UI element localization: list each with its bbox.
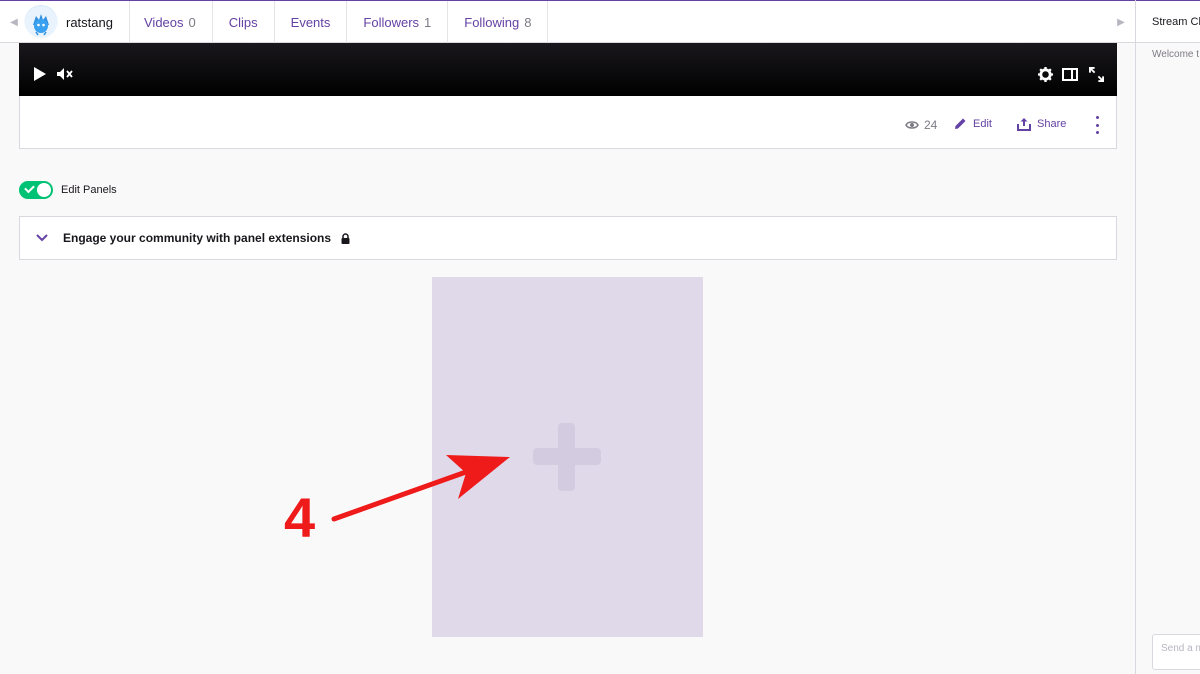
tab-videos[interactable]: Videos 0 bbox=[128, 1, 213, 43]
nav-scroll-right-icon[interactable]: ▶ bbox=[1110, 1, 1132, 43]
settings-icon[interactable] bbox=[1036, 65, 1054, 83]
play-icon[interactable] bbox=[31, 65, 49, 83]
channel-name: ratstang bbox=[66, 14, 113, 30]
chat-column: Stream Ch Welcome t Send a m bbox=[1135, 0, 1200, 674]
share-button[interactable]: Share bbox=[1017, 117, 1066, 131]
edit-button[interactable]: Edit bbox=[954, 117, 992, 130]
tab-events[interactable]: Events bbox=[275, 1, 348, 43]
tab-clips[interactable]: Clips bbox=[213, 1, 275, 43]
channel-home-link[interactable]: ratstang bbox=[24, 1, 130, 46]
tab-label: Events bbox=[290, 14, 331, 30]
edit-button-label: Edit bbox=[973, 117, 992, 130]
tab-count: 1 bbox=[424, 14, 432, 30]
panel-extensions-title: Engage your community with panel extensi… bbox=[63, 231, 332, 245]
annotation-arrow-icon bbox=[331, 455, 510, 522]
annotation-step-number: 4 bbox=[284, 486, 316, 549]
tab-label: Following bbox=[464, 14, 520, 30]
video-player[interactable] bbox=[19, 43, 1117, 96]
theatre-mode-icon[interactable] bbox=[1061, 65, 1079, 83]
tab-label: Clips bbox=[228, 14, 258, 30]
chat-welcome-message: Welcome t bbox=[1152, 49, 1200, 60]
tab-count: 8 bbox=[524, 14, 532, 30]
plus-icon-bar bbox=[533, 448, 601, 465]
eye-icon bbox=[905, 121, 919, 129]
viewer-count-value: 24 bbox=[924, 118, 938, 132]
channel-tabs: Videos 0 Clips Events Followers 1 Followin… bbox=[128, 1, 549, 43]
check-icon bbox=[24, 182, 35, 194]
fullscreen-icon[interactable] bbox=[1087, 65, 1105, 83]
chevron-down-icon[interactable] bbox=[36, 232, 48, 244]
tab-following[interactable]: Following 8 bbox=[448, 1, 549, 43]
lock-icon bbox=[341, 232, 350, 244]
share-button-label: Share bbox=[1037, 118, 1067, 130]
edit-panels-label: Edit Panels bbox=[61, 184, 117, 196]
tab-label: Followers bbox=[363, 14, 420, 30]
share-icon bbox=[1017, 118, 1031, 131]
edit-panels-row: Edit Panels bbox=[19, 181, 117, 199]
channel-nav-bar: ◀ ratstang Videos 0 Clips Events Follower… bbox=[0, 0, 1135, 46]
more-options-icon[interactable] bbox=[1092, 116, 1102, 134]
app-root: ◀ ratstang Videos 0 Clips Events Follower… bbox=[0, 0, 1200, 674]
pencil-icon bbox=[955, 118, 966, 129]
nav-scroll-left-icon[interactable]: ◀ bbox=[3, 1, 25, 43]
tab-label: Videos bbox=[144, 14, 184, 30]
avatar-mascot-icon bbox=[25, 6, 57, 38]
video-info-bar: 24 Edit Share bbox=[19, 96, 1117, 149]
edit-panels-toggle[interactable] bbox=[19, 181, 53, 199]
channel-avatar[interactable] bbox=[24, 5, 58, 39]
toggle-knob bbox=[37, 183, 51, 197]
tab-followers[interactable]: Followers 1 bbox=[347, 1, 449, 43]
panel-extensions-accordion[interactable]: Engage your community with panel extensi… bbox=[19, 216, 1117, 260]
chat-message-input[interactable]: Send a m bbox=[1152, 634, 1200, 670]
mute-icon[interactable] bbox=[56, 65, 74, 83]
tab-count: 0 bbox=[188, 14, 196, 30]
viewer-count: 24 bbox=[905, 118, 937, 132]
chat-header: Stream Ch bbox=[1136, 0, 1200, 43]
